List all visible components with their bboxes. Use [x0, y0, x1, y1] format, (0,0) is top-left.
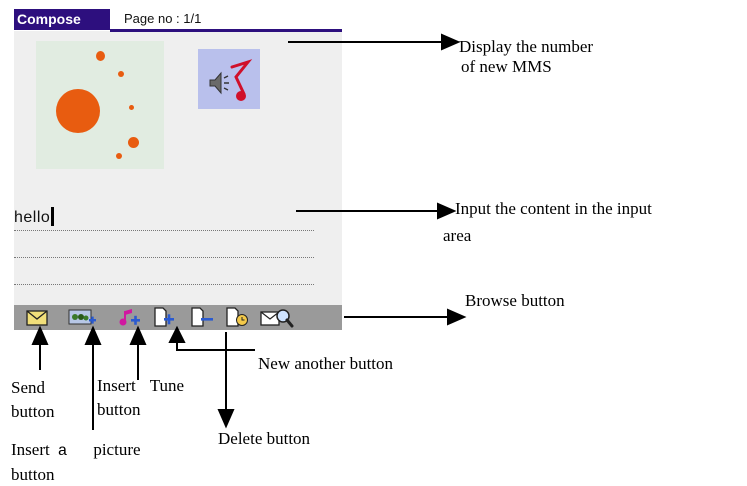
- label-word: Insert: [11, 440, 50, 459]
- arrowhead: [217, 409, 235, 429]
- label-insert-tune-button: Insert Tune button: [97, 376, 184, 420]
- arrowhead: [441, 33, 461, 51]
- label-word: Insert: [97, 376, 136, 395]
- label-browse-button: Browse button: [465, 291, 565, 310]
- arrow-new-another: [176, 334, 255, 351]
- label-line: button: [11, 465, 55, 484]
- arrowhead: [168, 325, 186, 343]
- arrowhead: [437, 202, 457, 220]
- arrowhead: [129, 325, 147, 345]
- label-delete-button: Delete button: [218, 429, 311, 448]
- label-line: of new MMS: [461, 57, 552, 76]
- label-line: button: [11, 402, 55, 421]
- label-line: area: [443, 226, 472, 245]
- label-line: Insert a picture: [11, 440, 141, 461]
- arrowhead: [84, 325, 102, 345]
- label-word: picture: [93, 440, 141, 459]
- label-word: a: [57, 442, 68, 460]
- label-line: Display the number: [459, 37, 594, 56]
- label-line: Input the content in the input: [455, 199, 652, 218]
- label-line: button: [97, 400, 141, 419]
- label-line: Insert Tune: [97, 376, 184, 396]
- arrowhead: [447, 308, 467, 326]
- label-input-content: Input the content in the input area: [443, 199, 652, 246]
- arrowhead: [31, 325, 49, 345]
- label-new-another-button: New another button: [258, 354, 394, 373]
- label-insert-picture-button: Insert a picture button: [11, 440, 141, 485]
- label-line: Send: [11, 378, 45, 397]
- label-word: Tune: [149, 376, 185, 395]
- label-send-button: Send button: [11, 378, 54, 422]
- label-display-mms: Display the number of new MMS: [459, 37, 593, 77]
